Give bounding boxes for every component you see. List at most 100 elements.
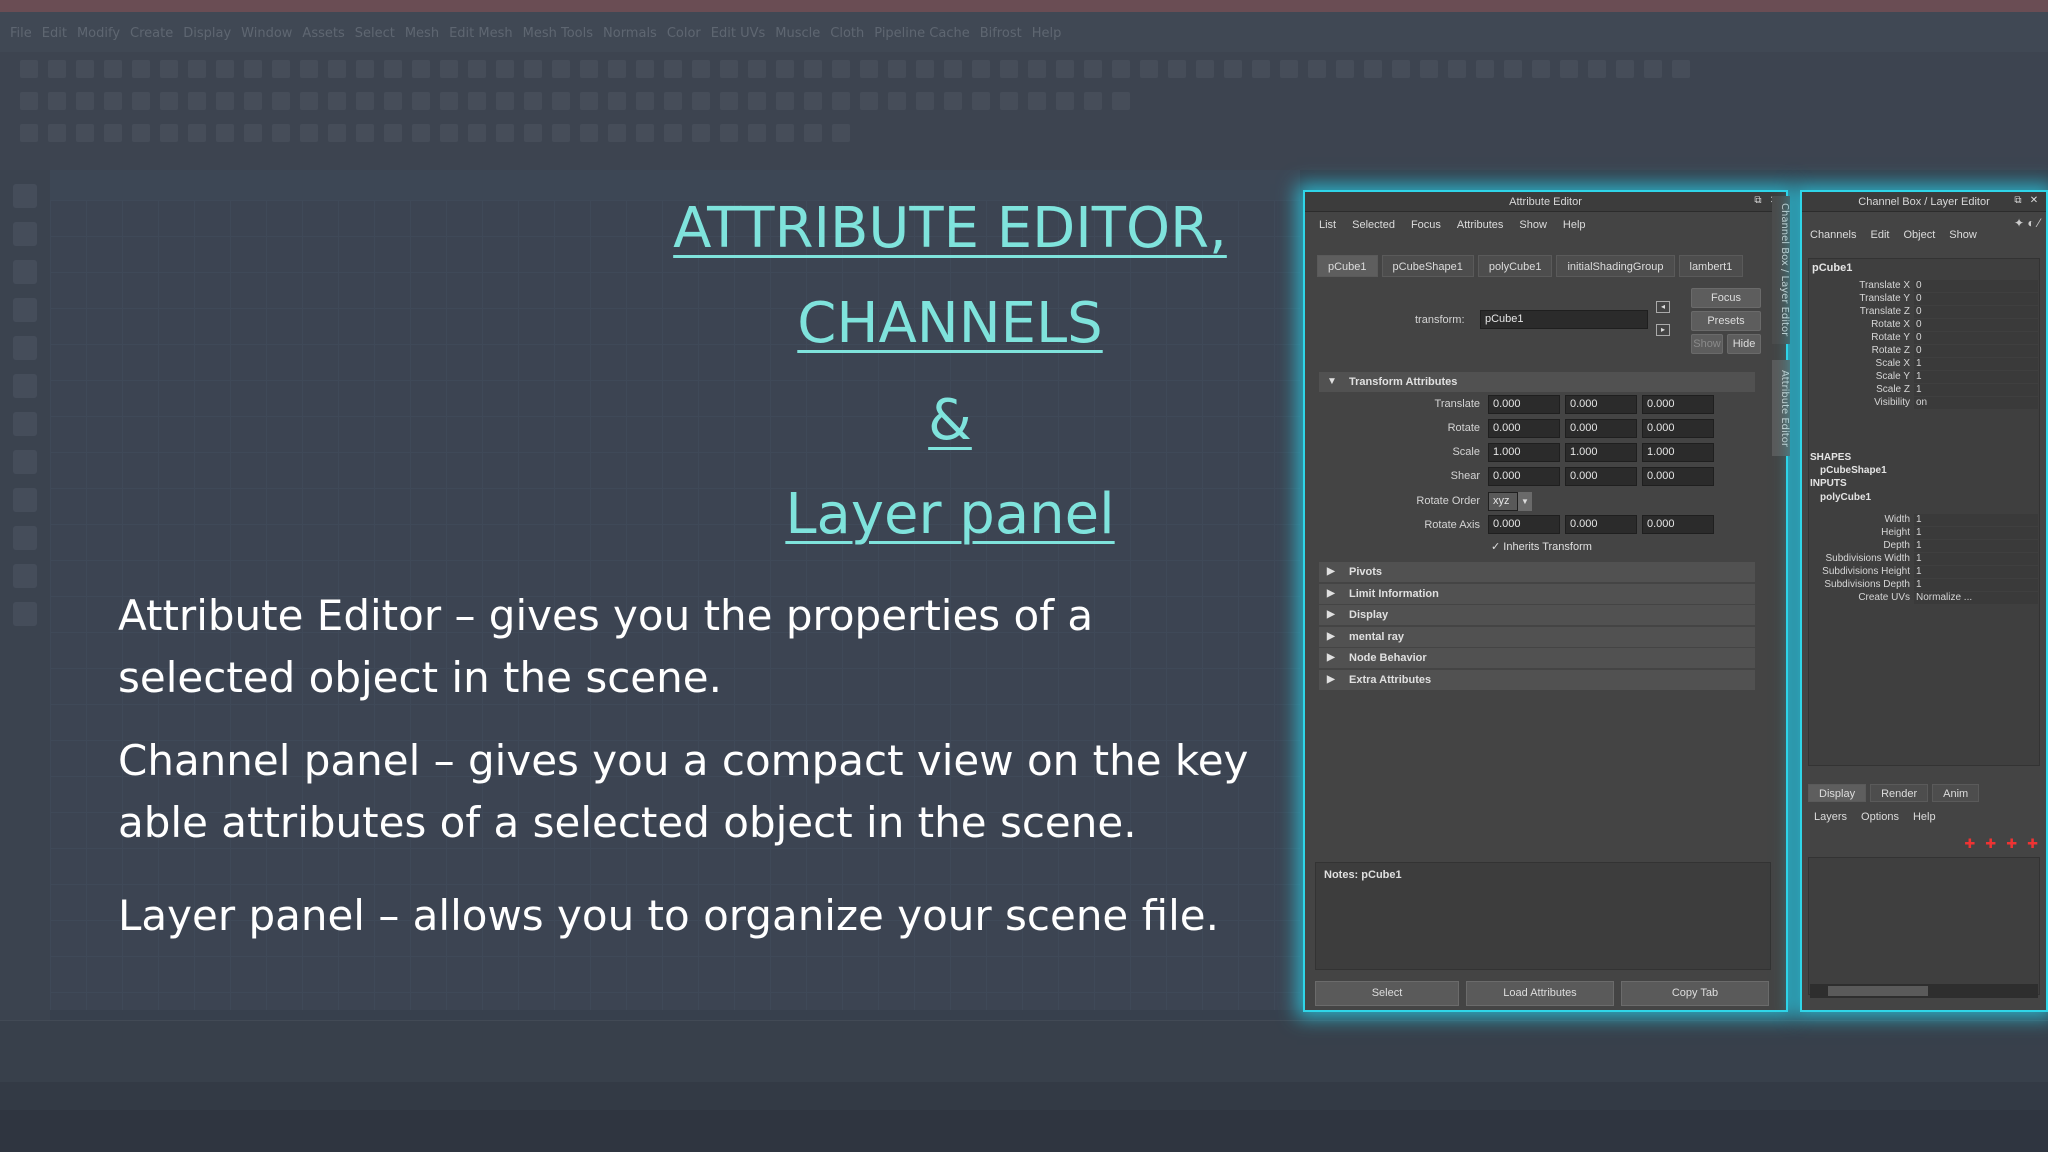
new-layer-icon[interactable]: ✚ (1964, 836, 1975, 852)
channel-row[interactable]: Depth 1 (1810, 540, 2040, 553)
channel-row[interactable]: Subdivisions Width 1 (1810, 553, 2040, 566)
horizontal-scrollbar[interactable] (1810, 984, 2038, 998)
show-button[interactable]: Show (1691, 334, 1723, 354)
section-pivots[interactable]: ▶ Pivots (1319, 562, 1755, 582)
tab-initialshadinggroup[interactable]: initialShadingGroup (1556, 255, 1675, 277)
channel-value[interactable]: 1 (1914, 540, 2038, 552)
channel-value[interactable]: 1 (1914, 358, 2038, 370)
float-icon[interactable]: ⧉ (2012, 195, 2024, 207)
scale-x-field[interactable]: 1.000 (1488, 443, 1560, 462)
scale-z-field[interactable]: 1.000 (1642, 443, 1714, 462)
tab-anim[interactable]: Anim (1932, 784, 1980, 802)
presets-button[interactable]: Presets (1691, 311, 1761, 331)
channel-value[interactable]: 1 (1914, 384, 2038, 396)
channel-row[interactable]: Visibility on (1810, 397, 2040, 410)
channel-value[interactable]: Normalize ... (1914, 592, 2038, 604)
channel-row[interactable]: Subdivisions Depth 1 (1810, 579, 2040, 592)
channel-value[interactable]: 0 (1914, 345, 2038, 357)
translate-z-field[interactable]: 0.000 (1642, 395, 1714, 414)
menu-layers[interactable]: Layers (1814, 811, 1847, 823)
inherits-transform-checkbox[interactable]: ✓ Inherits Transform (1491, 540, 1592, 553)
channel-value[interactable]: 1 (1914, 371, 2038, 383)
channel-row[interactable]: Rotate Y 0 (1810, 332, 2040, 345)
scale-y-field[interactable]: 1.000 (1565, 443, 1637, 462)
scrollbar-thumb[interactable] (1828, 986, 1928, 996)
channel-value[interactable]: 1 (1914, 514, 2038, 526)
shear-x-field[interactable]: 0.000 (1488, 467, 1560, 486)
channel-value[interactable]: 0 (1914, 280, 2038, 292)
menu-show[interactable]: Show (1519, 219, 1547, 231)
tab-lambert1[interactable]: lambert1 (1678, 255, 1744, 277)
close-icon[interactable]: ✕ (2028, 195, 2040, 207)
rotate-y-field[interactable]: 0.000 (1565, 419, 1637, 438)
menu-options[interactable]: Options (1861, 811, 1899, 823)
channel-value[interactable]: on (1914, 397, 2038, 409)
chevron-down-icon[interactable]: ▼ (1518, 492, 1532, 511)
rotate-axis-y[interactable]: 0.000 (1565, 515, 1637, 534)
new-layer-selected-icon[interactable]: ✚ (1985, 836, 1996, 852)
input-name[interactable]: polyCube1 (1820, 492, 1871, 503)
rotate-axis-z[interactable]: 0.000 (1642, 515, 1714, 534)
menu-selected[interactable]: Selected (1352, 219, 1395, 231)
section-transform-attributes[interactable]: ▼ Transform Attributes (1319, 372, 1755, 392)
tab-polycube1[interactable]: polyCube1 (1477, 255, 1553, 277)
section-display[interactable]: ▶ Display (1319, 605, 1755, 625)
output-node-icon[interactable]: ▸ (1656, 324, 1670, 336)
channel-value[interactable]: 1 (1914, 527, 2038, 539)
shear-z-field[interactable]: 0.000 (1642, 467, 1714, 486)
menu-focus[interactable]: Focus (1411, 219, 1441, 231)
channel-row[interactable]: Subdivisions Height 1 (1810, 566, 2040, 579)
channel-value[interactable]: 0 (1914, 332, 2038, 344)
transform-name-field[interactable]: pCube1 (1480, 310, 1648, 329)
side-tab-channel-box[interactable]: Channel Box / Layer Editor (1772, 196, 1790, 344)
channel-row[interactable]: Scale X 1 (1810, 358, 2040, 371)
float-icon[interactable]: ⧉ (1752, 195, 1764, 207)
channel-row[interactable]: Scale Z 1 (1810, 384, 2040, 397)
input-node-icon[interactable]: ◂ (1656, 301, 1670, 313)
translate-x-field[interactable]: 0.000 (1488, 395, 1560, 414)
channel-row[interactable]: Width 1 (1810, 514, 2040, 527)
tab-pcube1[interactable]: pCube1 (1317, 255, 1378, 277)
channel-row[interactable]: Translate Z 0 (1810, 306, 2040, 319)
layer-move-icon[interactable]: ✚ (2006, 836, 2017, 852)
section-mental-ray[interactable]: ▶ mental ray (1319, 626, 1755, 647)
object-name[interactable]: pCube1 (1812, 262, 1852, 274)
layer-add-icon[interactable]: ✚ (2027, 836, 2038, 852)
menu-attributes[interactable]: Attributes (1457, 219, 1503, 231)
channel-row[interactable]: Height 1 (1810, 527, 2040, 540)
translate-y-field[interactable]: 0.000 (1565, 395, 1637, 414)
channel-value[interactable]: 0 (1914, 319, 2038, 331)
channel-value[interactable]: 1 (1914, 566, 2038, 578)
channel-box-tool-icons[interactable]: ✦ ◐ ⁄ (2014, 216, 2040, 230)
menu-channels[interactable]: Channels (1810, 229, 1856, 241)
load-attributes-button[interactable]: Load Attributes (1466, 981, 1614, 1006)
menu-show[interactable]: Show (1949, 229, 1977, 241)
channel-value[interactable]: 1 (1914, 579, 2038, 591)
channel-value[interactable]: 0 (1914, 293, 2038, 305)
menu-edit[interactable]: Edit (1870, 229, 1889, 241)
channel-row[interactable]: Create UVs Normalize ... (1810, 592, 2040, 605)
menu-help[interactable]: Help (1563, 219, 1586, 231)
tab-pcubeshape1[interactable]: pCubeShape1 (1381, 255, 1474, 277)
channel-row[interactable]: Scale Y 1 (1810, 371, 2040, 384)
channel-value[interactable]: 0 (1914, 306, 2038, 318)
tab-display[interactable]: Display (1808, 784, 1867, 802)
focus-button[interactable]: Focus (1691, 288, 1761, 308)
section-node-behavior[interactable]: ▶ Node Behavior (1319, 648, 1755, 668)
channel-row[interactable]: Rotate Z 0 (1810, 345, 2040, 358)
menu-help[interactable]: Help (1913, 811, 1936, 823)
rotate-order-select[interactable]: xyz (1488, 492, 1518, 511)
channel-row[interactable]: Translate Y 0 (1810, 293, 2040, 306)
channel-row[interactable]: Translate X 0 (1810, 280, 2040, 293)
hide-button[interactable]: Hide (1727, 334, 1761, 354)
section-extra-attributes[interactable]: ▶ Extra Attributes (1319, 669, 1755, 690)
channel-row[interactable]: Rotate X 0 (1810, 319, 2040, 332)
notes-area[interactable]: Notes: pCube1 (1315, 862, 1771, 970)
shear-y-field[interactable]: 0.000 (1565, 467, 1637, 486)
rotate-axis-x[interactable]: 0.000 (1488, 515, 1560, 534)
channel-value[interactable]: 1 (1914, 553, 2038, 565)
copy-tab-button[interactable]: Copy Tab (1621, 981, 1769, 1006)
tab-render[interactable]: Render (1870, 784, 1929, 802)
side-tab-attribute-editor[interactable]: Attribute Editor (1772, 360, 1790, 456)
rotate-z-field[interactable]: 0.000 (1642, 419, 1714, 438)
